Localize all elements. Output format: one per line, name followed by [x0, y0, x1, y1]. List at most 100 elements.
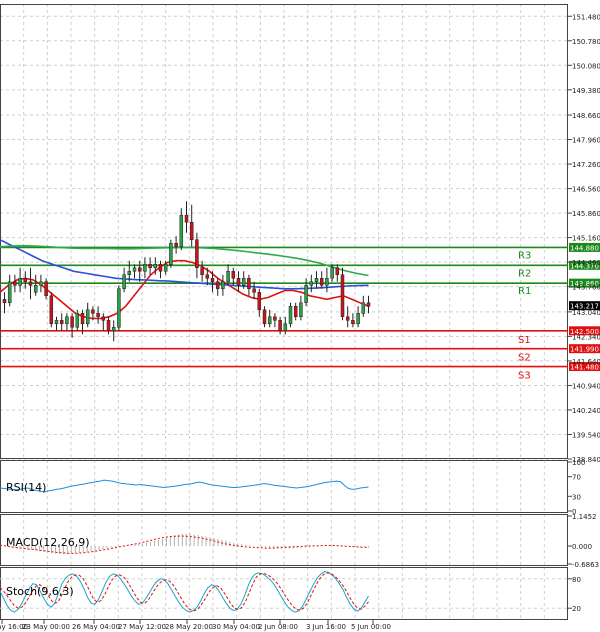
candle-body — [65, 316, 69, 325]
candle-body — [153, 264, 158, 269]
level-name-r3: R3 — [518, 250, 531, 261]
candle-body — [340, 274, 345, 318]
candle-body — [23, 278, 28, 283]
candle-body — [304, 285, 308, 304]
macd-tick-label: -0.6863 — [572, 561, 599, 569]
candle-body — [195, 239, 199, 269]
candle-body — [80, 313, 85, 325]
candle-body — [158, 264, 163, 272]
level-price-label: 141.990 — [570, 346, 599, 354]
level-name-s2: S2 — [518, 353, 531, 364]
candle-body — [231, 271, 236, 279]
candle-body — [28, 281, 33, 286]
time-label: 3 Jun 16:00 — [306, 623, 346, 631]
time-label: 26 May 04:00 — [72, 623, 120, 631]
macd-label: MACD(12,26,9) — [6, 536, 90, 549]
price-tick-label: 150.080 — [572, 62, 600, 70]
price-tick-label: 141.640 — [572, 358, 600, 366]
candle-body — [184, 214, 189, 223]
candle-body — [132, 267, 137, 272]
price-tick-label: 140.940 — [572, 382, 600, 390]
rsi-tick-label: 30 — [572, 493, 581, 501]
candle-body — [221, 281, 225, 290]
stoch-label: Stoch(9,6,3) — [6, 585, 74, 598]
candle-body — [169, 242, 173, 265]
candle-body — [278, 320, 282, 332]
candle-body — [75, 313, 80, 328]
candle-body — [247, 278, 251, 290]
candle-body — [122, 274, 126, 290]
candle-body — [330, 267, 334, 279]
candle-body — [111, 327, 116, 332]
price-tick-label: 146.560 — [572, 186, 600, 194]
candle-body — [345, 316, 350, 321]
candle-body — [273, 316, 277, 321]
price-tick-label: 147.960 — [572, 137, 600, 145]
candle-body — [96, 313, 100, 318]
candle-body — [267, 316, 272, 325]
candle-body — [49, 295, 54, 325]
candle-body — [200, 267, 204, 276]
price-tick-label: 151.480 — [572, 13, 600, 21]
level-name-r2: R2 — [518, 268, 531, 279]
candle-body — [335, 267, 340, 276]
rsi-tick-label: 70 — [572, 474, 581, 482]
candle-body — [117, 288, 121, 328]
candle-body — [366, 302, 371, 307]
price-tick-label: 148.660 — [572, 112, 600, 120]
level-name-s3: S3 — [518, 371, 531, 382]
candle-body — [101, 316, 106, 321]
price-tick-label: 145.160 — [572, 235, 600, 243]
price-tick-label: 150.780 — [572, 38, 600, 46]
candle-body — [127, 271, 132, 276]
candle-body — [252, 288, 256, 293]
candle-body — [309, 281, 314, 286]
price-tick-label: 140.240 — [572, 407, 600, 415]
candle-body — [106, 320, 111, 332]
candle-body — [226, 271, 230, 283]
price-tick-label: 145.860 — [572, 210, 600, 218]
candle-body — [44, 281, 48, 297]
macd-tick-label: 0.000 — [572, 543, 592, 551]
rsi-tick-label: 100 — [572, 459, 585, 467]
price-tick-label: 143.040 — [572, 309, 600, 317]
candle-body — [314, 278, 319, 283]
candle-body — [236, 278, 241, 286]
candle-body — [7, 281, 12, 304]
candle-body — [85, 309, 90, 325]
price-tick-label: 139.540 — [572, 431, 600, 439]
candle-body — [174, 242, 178, 247]
candle-body — [13, 281, 17, 286]
trading-chart: R3144.880R2144.370R1143.860S1142.500S214… — [0, 0, 600, 632]
candle-body — [241, 278, 246, 286]
time-label: 2 Jun 08:00 — [258, 623, 298, 631]
price-tick-label: 149.380 — [572, 87, 600, 95]
candle-body — [137, 267, 142, 272]
candle-body — [319, 278, 324, 286]
candle-body — [18, 278, 22, 286]
candle-body — [288, 306, 293, 325]
candle-body — [351, 320, 355, 325]
candle-body — [299, 302, 303, 318]
candle-body — [293, 306, 298, 318]
candle-body — [205, 274, 210, 279]
candle-body — [325, 278, 329, 286]
candle-body — [59, 320, 64, 325]
candle-body — [361, 302, 366, 314]
candle-body — [33, 285, 38, 293]
candle-body — [210, 278, 215, 283]
candle-body — [143, 264, 147, 272]
time-label: 23 May 00:00 — [22, 623, 70, 631]
candle-body — [215, 281, 220, 290]
time-label: 28 May 20:00 — [165, 623, 213, 631]
candle-body — [179, 214, 184, 247]
price-tick-label: 142.340 — [572, 333, 600, 341]
time-label: 5 Jun 00:00 — [351, 623, 391, 631]
candle-body — [39, 281, 43, 286]
rsi-label: RSI(14) — [6, 481, 46, 494]
candle-body — [356, 313, 360, 325]
macd-tick-label: 1.1452 — [572, 513, 597, 521]
candle-body — [148, 264, 152, 269]
level-price-label: 144.880 — [570, 244, 599, 252]
price-tick-label: 144.460 — [572, 259, 600, 267]
